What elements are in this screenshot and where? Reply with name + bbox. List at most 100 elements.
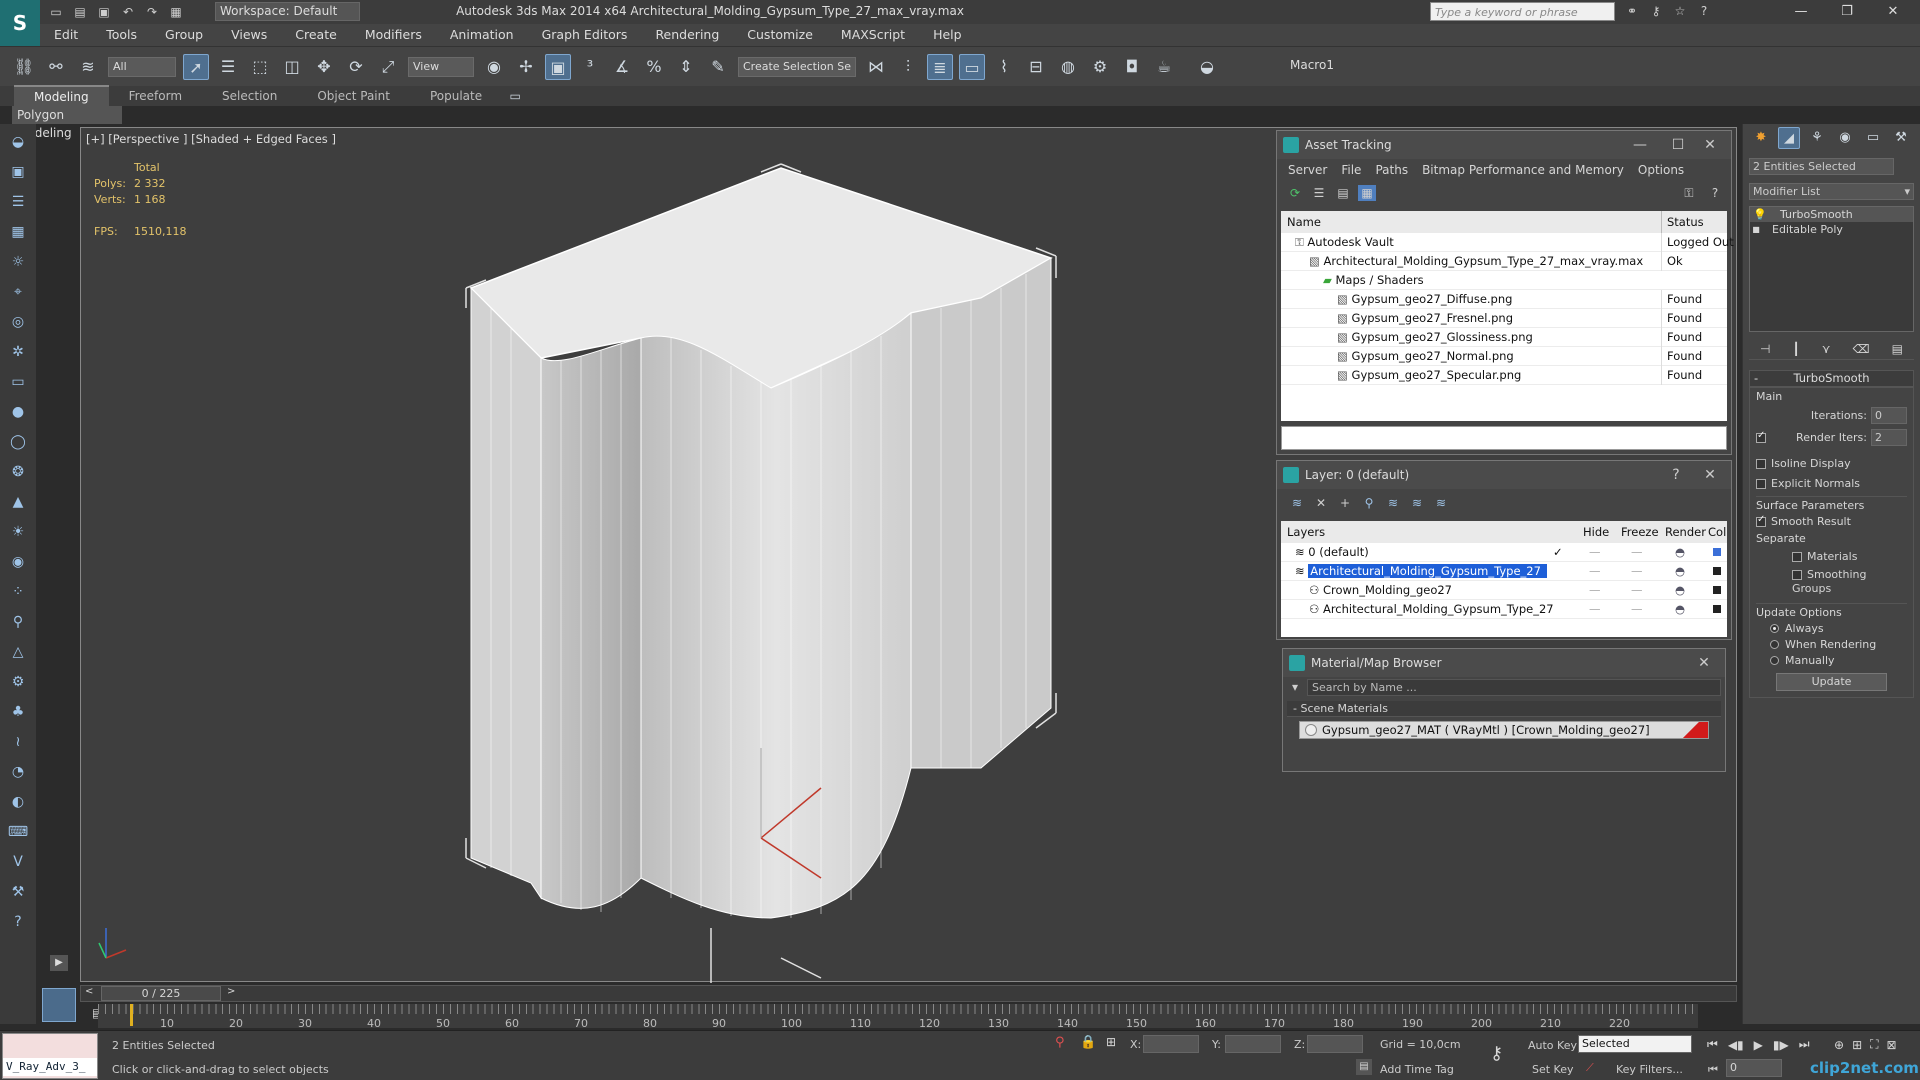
smoothing-groups-checkbox[interactable] [1792, 569, 1802, 580]
column-color[interactable]: Col [1708, 521, 1726, 543]
material-browser-titlebar[interactable]: Material/Map Browser ✕ [1283, 649, 1725, 677]
hide-toggle-icon[interactable]: — [1589, 543, 1601, 562]
modifier-list-dropdown[interactable]: Modifier List ▾ [1749, 183, 1914, 200]
asset-row[interactable]: ⚿ Autodesk Vault Logged Out [1281, 233, 1734, 252]
spinner-snap-icon[interactable]: ⇕ [673, 54, 699, 80]
shell-icon[interactable]: ◔ [6, 760, 30, 784]
sun-icon[interactable]: ☀ [6, 520, 30, 544]
layer-dialog-titlebar[interactable]: Layer: 0 (default) ? ✕ [1277, 461, 1731, 489]
box-icon[interactable]: ▣ [6, 160, 30, 184]
dots-icon[interactable]: ⁘ [6, 580, 30, 604]
scale-icon[interactable]: ⤢ [375, 54, 401, 80]
menu-paths[interactable]: Paths [1368, 163, 1415, 177]
time-tag-icon[interactable]: ▤ [1356, 1059, 1372, 1075]
display-tab-icon[interactable]: ▭ [1862, 127, 1884, 149]
move-icon[interactable]: ✥ [311, 54, 337, 80]
cone-icon[interactable]: ▲ [6, 490, 30, 514]
absolute-mode-icon[interactable]: ⊞ [1106, 1035, 1116, 1049]
search-options-icon[interactable]: ▾ [1286, 679, 1304, 695]
tab-populate[interactable]: Populate [410, 86, 502, 106]
lock-selection-icon[interactable]: 🔒 [1080, 1035, 1096, 1050]
create-tab-icon[interactable]: ✸ [1750, 127, 1772, 149]
selection-filter-dropdown[interactable]: All [108, 56, 176, 77]
isoline-checkbox[interactable] [1756, 458, 1766, 469]
close-icon[interactable]: ✕ [1695, 461, 1725, 489]
help-icon[interactable]: ? [1695, 3, 1713, 19]
play-icon[interactable]: ▶ [1754, 1038, 1763, 1052]
layer-row[interactable]: ≋ Architectural_Molding_Gypsum_Type_27 — —… [1281, 562, 1727, 581]
layer-row[interactable]: ⚇ Architectural_Molding_Gypsum_Type_27 — —… [1281, 600, 1727, 619]
z-coordinate-field[interactable] [1307, 1035, 1363, 1053]
snap-3d-icon[interactable]: ³ [577, 54, 603, 80]
go-to-end-icon[interactable]: ⏭ [1799, 1037, 1810, 1052]
star-icon[interactable]: ☆ [1671, 3, 1689, 19]
time-slider-thumb[interactable]: 0 / 225 [101, 986, 221, 1001]
tab-selection[interactable]: Selection [202, 86, 297, 106]
menu-customize[interactable]: Customize [733, 24, 827, 46]
close-icon[interactable]: ✕ [1689, 649, 1719, 677]
material-editor-icon[interactable]: ◍ [1055, 54, 1081, 80]
smooth-result-checkbox[interactable] [1756, 514, 1766, 527]
mirror-icon[interactable]: ⋈ [863, 54, 889, 80]
unlink-icon[interactable]: ⚯ [43, 54, 69, 80]
list-view-icon[interactable]: ☰ [1310, 185, 1328, 201]
menu-tools[interactable]: Tools [92, 24, 151, 46]
modify-tab-icon[interactable]: ◢ [1778, 127, 1800, 149]
plant-icon[interactable]: ♣ [6, 700, 30, 724]
expand-icon[interactable]: ■ [1750, 225, 1762, 234]
bind-spacewarp-icon[interactable]: ≋ [75, 54, 101, 80]
hide-toggle-icon[interactable]: — [1589, 600, 1601, 619]
asset-row[interactable]: ▰ Maps / Shaders [1281, 271, 1727, 290]
utility-icon[interactable]: ⚒ [6, 880, 30, 904]
stack-item-turbosmooth[interactable]: 💡 TurboSmooth [1750, 207, 1913, 222]
prev-key-icon[interactable]: ◀▮ [1728, 1038, 1744, 1052]
geosphere-icon[interactable]: ❂ [6, 460, 30, 484]
help-icon[interactable]: ? [1661, 461, 1691, 489]
isolate-icon[interactable]: ⚲ [1055, 1035, 1065, 1050]
asset-row[interactable]: ▧ Gypsum_geo27_Specular.png Found [1281, 366, 1727, 385]
grid-icon[interactable]: ▦ [6, 220, 30, 244]
manually-radio[interactable] [1770, 656, 1779, 665]
layer-row[interactable]: ⚇ Crown_Molding_geo27 — — ◓ [1281, 581, 1727, 600]
script-icon[interactable]: ⌨ [6, 820, 30, 844]
menu-help[interactable]: Help [919, 24, 976, 46]
time-slider[interactable]: < 0 / 225 > [80, 985, 1737, 1002]
hide-toggle-icon[interactable]: — [1589, 581, 1601, 600]
particle-icon[interactable]: ✲ [6, 340, 30, 364]
material-search-input[interactable]: Search by Name ... [1307, 678, 1721, 696]
render-production-icon[interactable]: ☕ [1151, 54, 1177, 80]
set-key-mode-icon[interactable]: ⚷ [1490, 1043, 1503, 1064]
highlight-layer-icon[interactable]: ≋ [1384, 495, 1402, 511]
maximize-icon[interactable]: ☐ [1663, 131, 1693, 159]
ribbon-options-icon[interactable]: ▭ [505, 87, 525, 105]
layer-color-swatch[interactable] [1713, 605, 1721, 613]
column-render[interactable]: Render [1665, 521, 1706, 543]
globe-icon[interactable]: ◐ [6, 790, 30, 814]
minimize-icon[interactable]: — [1625, 131, 1655, 159]
keyboard-shortcut-icon[interactable]: ▣ [545, 53, 571, 80]
pivot-center-icon[interactable]: ◉ [481, 54, 507, 80]
column-layers[interactable]: Layers [1281, 525, 1325, 539]
reference-coord-dropdown[interactable]: View [408, 56, 474, 77]
macro-label[interactable]: Macro1 [1290, 58, 1334, 72]
render-toggle-icon[interactable]: ◓ [1675, 581, 1685, 600]
select-in-layer-icon[interactable]: ⚲ [1360, 495, 1378, 511]
always-radio[interactable] [1770, 624, 1779, 633]
freeze-toggle-icon[interactable]: — [1631, 543, 1643, 562]
layer-color-swatch[interactable] [1713, 548, 1721, 556]
make-unique-icon[interactable]: ⋎ [1822, 342, 1831, 356]
table-view-icon[interactable]: ▤ [1334, 185, 1352, 201]
materials-checkbox[interactable] [1792, 551, 1802, 562]
material-item[interactable]: Gypsum_geo27_MAT ( VRayMtl ) [Crown_Mold… [1299, 721, 1709, 739]
disc-icon[interactable]: ◉ [6, 550, 30, 574]
menu-modifiers[interactable]: Modifiers [351, 24, 436, 46]
rendered-frame-icon[interactable]: ◘ [1119, 54, 1145, 80]
key-mode-icon[interactable]: ⏮ [1708, 1063, 1718, 1077]
expand-arrow-icon[interactable]: ▶ [50, 955, 68, 971]
menu-rendering[interactable]: Rendering [641, 24, 733, 46]
render-toggle-icon[interactable]: ◓ [1675, 562, 1685, 581]
link-icon[interactable]: ⛓ [11, 54, 37, 80]
auto-key-button[interactable]: Auto Key [1528, 1039, 1577, 1052]
explicit-normals-checkbox[interactable] [1756, 478, 1766, 489]
viewport-label[interactable]: [+] [Perspective ] [Shaded + Edged Faces… [86, 132, 336, 146]
